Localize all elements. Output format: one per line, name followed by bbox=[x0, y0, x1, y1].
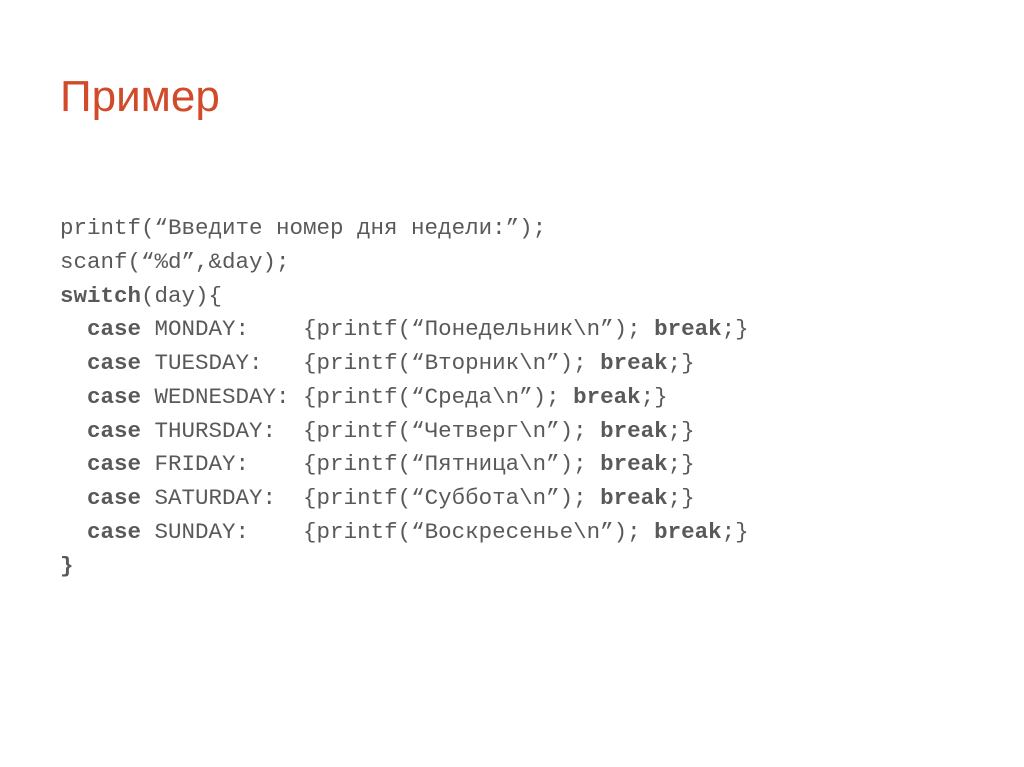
code-text: ;} bbox=[668, 418, 695, 444]
code-text: ;} bbox=[668, 451, 695, 477]
code-text: THURSDAY: {printf(“Четверг\n”); bbox=[141, 418, 600, 444]
code-text: } bbox=[60, 553, 74, 579]
code-indent bbox=[60, 316, 87, 342]
code-keyword: break bbox=[654, 519, 722, 545]
code-keyword: case bbox=[87, 451, 141, 477]
code-keyword: break bbox=[600, 485, 668, 511]
code-text: SATURDAY: {printf(“Суббота\n”); bbox=[141, 485, 600, 511]
code-indent bbox=[60, 384, 87, 410]
code-line: printf(“Введите номер дня недели:”); bbox=[60, 215, 546, 241]
code-keyword: case bbox=[87, 316, 141, 342]
code-keyword: case bbox=[87, 350, 141, 376]
code-text: WEDNESDAY: {printf(“Среда\n”); bbox=[141, 384, 573, 410]
code-text: ;} bbox=[722, 316, 749, 342]
code-keyword: case bbox=[87, 519, 141, 545]
code-text: ;} bbox=[668, 350, 695, 376]
code-line: scanf(“%d”,&day); bbox=[60, 249, 290, 275]
code-indent bbox=[60, 350, 87, 376]
code-keyword: break bbox=[600, 418, 668, 444]
code-keyword: case bbox=[87, 384, 141, 410]
code-indent bbox=[60, 485, 87, 511]
code-keyword: break bbox=[600, 350, 668, 376]
code-text: ;} bbox=[641, 384, 668, 410]
code-text: FRIDAY: {printf(“Пятница\n”); bbox=[141, 451, 600, 477]
code-keyword: switch bbox=[60, 283, 141, 309]
code-text: SUNDAY: {printf(“Воскресенье\n”); bbox=[141, 519, 654, 545]
code-block: printf(“Введите номер дня недели:”); sca… bbox=[60, 212, 964, 583]
code-indent bbox=[60, 451, 87, 477]
code-text: ;} bbox=[722, 519, 749, 545]
code-keyword: break bbox=[600, 451, 668, 477]
slide: Пример printf(“Введите номер дня недели:… bbox=[0, 0, 1024, 767]
code-text: ;} bbox=[668, 485, 695, 511]
code-keyword: case bbox=[87, 485, 141, 511]
code-keyword: case bbox=[87, 418, 141, 444]
code-text: (day){ bbox=[141, 283, 222, 309]
slide-title: Пример bbox=[60, 72, 964, 122]
code-keyword: break bbox=[573, 384, 641, 410]
code-indent bbox=[60, 418, 87, 444]
code-indent bbox=[60, 519, 87, 545]
code-text: MONDAY: {printf(“Понедельник\n”); bbox=[141, 316, 654, 342]
code-text: TUESDAY: {printf(“Вторник\n”); bbox=[141, 350, 600, 376]
code-keyword: break bbox=[654, 316, 722, 342]
